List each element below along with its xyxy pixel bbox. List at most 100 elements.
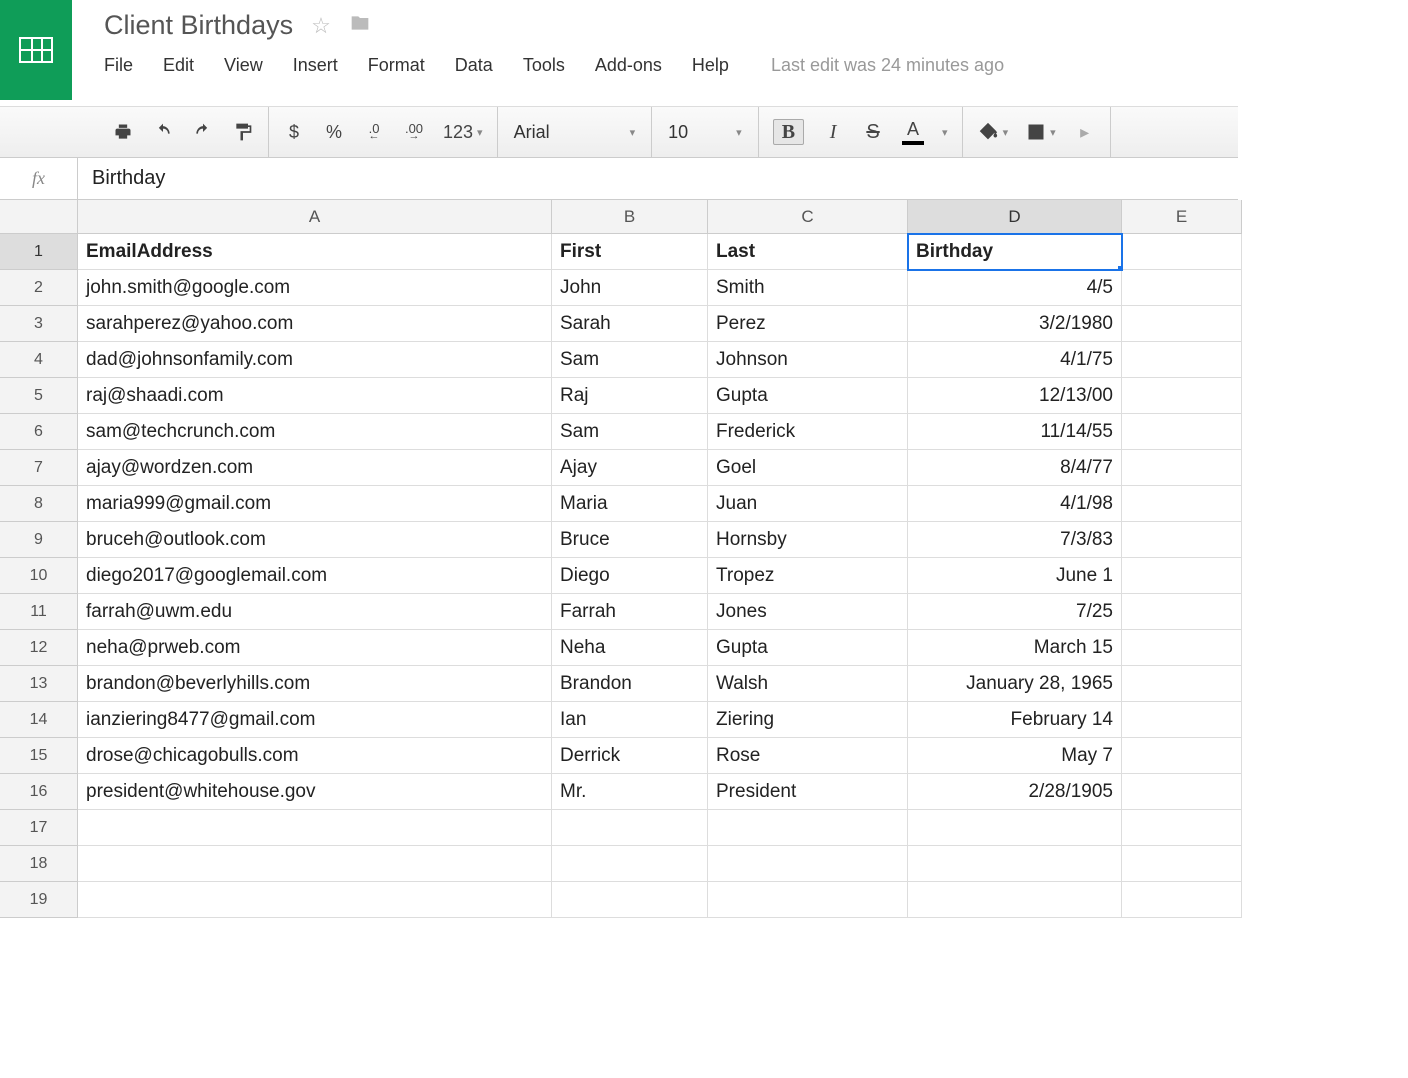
redo-icon[interactable] <box>192 119 214 145</box>
currency-button[interactable]: $ <box>283 119 305 145</box>
cell-E11[interactable] <box>1122 594 1242 630</box>
cell-B8[interactable]: Maria <box>552 486 708 522</box>
menu-insert[interactable]: Insert <box>293 55 338 76</box>
cell-E4[interactable] <box>1122 342 1242 378</box>
cell-A8[interactable]: maria999@gmail.com <box>78 486 552 522</box>
cell-D17[interactable] <box>908 810 1122 846</box>
row-head-16[interactable]: 16 <box>0 774 78 810</box>
cell-C13[interactable]: Walsh <box>708 666 908 702</box>
cell-D18[interactable] <box>908 846 1122 882</box>
menu-addons[interactable]: Add-ons <box>595 55 662 76</box>
cell-D15[interactable]: May 7 <box>908 738 1122 774</box>
sheets-logo[interactable] <box>0 0 72 100</box>
cell-D1[interactable]: Birthday <box>908 234 1122 270</box>
row-head-18[interactable]: 18 <box>0 846 78 882</box>
row-head-19[interactable]: 19 <box>0 882 78 918</box>
row-head-13[interactable]: 13 <box>0 666 78 702</box>
row-head-15[interactable]: 15 <box>0 738 78 774</box>
row-head-11[interactable]: 11 <box>0 594 78 630</box>
row-head-6[interactable]: 6 <box>0 414 78 450</box>
cell-B6[interactable]: Sam <box>552 414 708 450</box>
row-head-3[interactable]: 3 <box>0 306 78 342</box>
cell-B16[interactable]: Mr. <box>552 774 708 810</box>
cell-C2[interactable]: Smith <box>708 270 908 306</box>
cell-A6[interactable]: sam@techcrunch.com <box>78 414 552 450</box>
cell-D10[interactable]: June 1 <box>908 558 1122 594</box>
cell-B1[interactable]: First <box>552 234 708 270</box>
cell-B9[interactable]: Bruce <box>552 522 708 558</box>
cell-E13[interactable] <box>1122 666 1242 702</box>
cell-E9[interactable] <box>1122 522 1242 558</box>
cell-C16[interactable]: President <box>708 774 908 810</box>
col-head-E[interactable]: E <box>1122 200 1242 234</box>
cell-C8[interactable]: Juan <box>708 486 908 522</box>
cell-E15[interactable] <box>1122 738 1242 774</box>
star-icon[interactable]: ☆ <box>311 13 331 39</box>
cell-D16[interactable]: 2/28/1905 <box>908 774 1122 810</box>
select-all-corner[interactable] <box>0 200 78 234</box>
menu-help[interactable]: Help <box>692 55 729 76</box>
folder-icon[interactable] <box>349 13 371 39</box>
cell-E19[interactable] <box>1122 882 1242 918</box>
cell-E1[interactable] <box>1122 234 1242 270</box>
cell-B10[interactable]: Diego <box>552 558 708 594</box>
row-head-7[interactable]: 7 <box>0 450 78 486</box>
menu-view[interactable]: View <box>224 55 263 76</box>
cell-A4[interactable]: dad@johnsonfamily.com <box>78 342 552 378</box>
cell-D7[interactable]: 8/4/77 <box>908 450 1122 486</box>
menu-file[interactable]: File <box>104 55 133 76</box>
increase-decimal-button[interactable]: .00→ <box>403 119 425 145</box>
menu-format[interactable]: Format <box>368 55 425 76</box>
cell-B7[interactable]: Ajay <box>552 450 708 486</box>
row-head-2[interactable]: 2 <box>0 270 78 306</box>
col-head-D[interactable]: D <box>908 200 1122 234</box>
cell-B12[interactable]: Neha <box>552 630 708 666</box>
cell-A18[interactable] <box>78 846 552 882</box>
number-format-button[interactable]: 123▾ <box>443 119 483 145</box>
cell-E17[interactable] <box>1122 810 1242 846</box>
cell-A14[interactable]: ianziering8477@gmail.com <box>78 702 552 738</box>
cell-C14[interactable]: Ziering <box>708 702 908 738</box>
cell-C3[interactable]: Perez <box>708 306 908 342</box>
cell-C7[interactable]: Goel <box>708 450 908 486</box>
cell-A3[interactable]: sarahperez@yahoo.com <box>78 306 552 342</box>
spreadsheet-grid[interactable]: ABCDE1EmailAddressFirstLastBirthday2john… <box>0 200 1238 918</box>
cell-E3[interactable] <box>1122 306 1242 342</box>
undo-icon[interactable] <box>152 119 174 145</box>
cell-B5[interactable]: Raj <box>552 378 708 414</box>
cell-E16[interactable] <box>1122 774 1242 810</box>
cell-E10[interactable] <box>1122 558 1242 594</box>
cell-D6[interactable]: 11/14/55 <box>908 414 1122 450</box>
cell-C9[interactable]: Hornsby <box>708 522 908 558</box>
percent-button[interactable]: % <box>323 119 345 145</box>
cell-A17[interactable] <box>78 810 552 846</box>
cell-C12[interactable]: Gupta <box>708 630 908 666</box>
cell-B3[interactable]: Sarah <box>552 306 708 342</box>
cell-C19[interactable] <box>708 882 908 918</box>
cell-B18[interactable] <box>552 846 708 882</box>
cell-A13[interactable]: brandon@beverlyhills.com <box>78 666 552 702</box>
cell-B17[interactable] <box>552 810 708 846</box>
cell-A19[interactable] <box>78 882 552 918</box>
cell-B14[interactable]: Ian <box>552 702 708 738</box>
paint-format-icon[interactable] <box>232 119 254 145</box>
formula-input[interactable]: Birthday <box>78 167 1238 190</box>
cell-A15[interactable]: drose@chicagobulls.com <box>78 738 552 774</box>
cell-A2[interactable]: john.smith@google.com <box>78 270 552 306</box>
row-head-14[interactable]: 14 <box>0 702 78 738</box>
cell-D12[interactable]: March 15 <box>908 630 1122 666</box>
cell-A5[interactable]: raj@shaadi.com <box>78 378 552 414</box>
cell-A10[interactable]: diego2017@googlemail.com <box>78 558 552 594</box>
col-head-B[interactable]: B <box>552 200 708 234</box>
decrease-decimal-button[interactable]: .0← <box>363 119 385 145</box>
cell-D5[interactable]: 12/13/00 <box>908 378 1122 414</box>
row-head-9[interactable]: 9 <box>0 522 78 558</box>
cell-D3[interactable]: 3/2/1980 <box>908 306 1122 342</box>
bold-button[interactable]: B <box>773 119 804 145</box>
fill-color-button[interactable]: ▾ <box>977 119 1009 145</box>
cell-C4[interactable]: Johnson <box>708 342 908 378</box>
row-head-8[interactable]: 8 <box>0 486 78 522</box>
row-head-5[interactable]: 5 <box>0 378 78 414</box>
cell-B2[interactable]: John <box>552 270 708 306</box>
cell-D13[interactable]: January 28, 1965 <box>908 666 1122 702</box>
